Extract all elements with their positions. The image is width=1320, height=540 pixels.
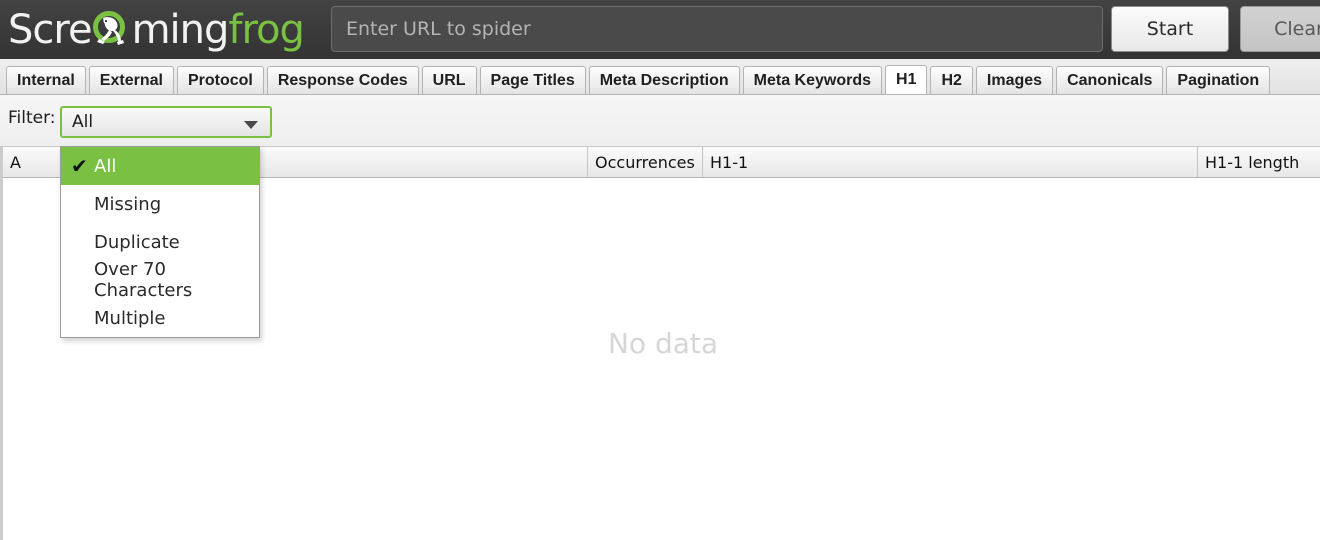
filter-dropdown-menu: ✔ All Missing Duplicate Over 70 Characte… [60,146,260,338]
filter-option-all[interactable]: ✔ All [61,147,259,185]
filter-option-label: Multiple [94,307,166,329]
tab-canonicals[interactable]: Canonicals [1056,66,1164,94]
filter-option-over-70-characters[interactable]: Over 70 Characters [61,259,259,301]
screaming-frog-window: Scre ming frog Enter URL to spider Start … [0,0,1320,540]
tab-images[interactable]: Images [975,66,1054,94]
column-header-occurrences[interactable]: Occurrences [588,147,703,177]
filter-option-label: Over 70 Characters [94,259,193,301]
tab-meta-keywords[interactable]: Meta Keywords [742,66,883,94]
tab-page-titles[interactable]: Page Titles [479,66,586,94]
tab-h2[interactable]: H2 [930,66,973,94]
filter-option-multiple[interactable]: Multiple [61,299,259,337]
filter-select[interactable]: All [60,106,272,138]
tab-protocol[interactable]: Protocol [176,66,264,94]
frog-in-circle-icon [92,11,131,49]
tab-pagination[interactable]: Pagination [1166,66,1271,94]
logo-text-part3: frog [228,7,305,53]
filter-option-label: All [94,155,117,177]
chevron-down-icon [244,121,258,129]
tab-h1[interactable]: H1 [885,65,928,94]
tab-bar: Internal External Protocol Response Code… [0,59,1320,95]
check-icon: ✔ [71,154,88,178]
filter-option-label: Missing [94,193,162,215]
logo-text-part2: ming [131,7,230,53]
column-header-blank[interactable] [258,147,588,177]
app-logo: Scre ming frog [8,4,305,56]
filter-option-missing[interactable]: Missing [61,185,259,223]
filter-label: Filter: [8,108,56,128]
tab-url[interactable]: URL [421,66,477,94]
column-header-h1-1[interactable]: H1-1 [703,147,1198,177]
tab-external[interactable]: External [88,66,174,94]
logo-text-part1: Scre [8,7,93,53]
filter-option-label: Duplicate [94,231,180,253]
app-header: Scre ming frog Enter URL to spider Start … [0,0,1320,59]
start-button[interactable]: Start [1111,6,1229,52]
filter-select-value: All [72,112,94,132]
clear-button[interactable]: Clear [1240,6,1320,52]
tab-response-codes[interactable]: Response Codes [266,66,419,94]
column-header-h1-1-length[interactable]: H1-1 length [1198,147,1320,177]
url-input-placeholder: Enter URL to spider [346,18,531,40]
url-input[interactable]: Enter URL to spider [331,6,1103,52]
tab-meta-description[interactable]: Meta Description [588,66,740,94]
tab-internal[interactable]: Internal [6,66,86,94]
filter-option-duplicate[interactable]: Duplicate [61,223,259,261]
